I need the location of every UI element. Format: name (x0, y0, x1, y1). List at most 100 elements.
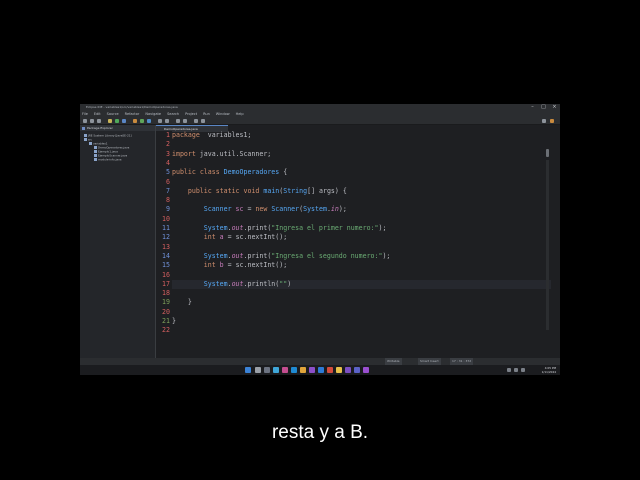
code-editor[interactable]: DemoOperadores.java 1 package variables1;… (156, 125, 551, 365)
forward-icon[interactable] (201, 118, 205, 123)
code-line[interactable]: 15 int b = sc.nextInt(); (162, 261, 551, 270)
taskbar-search-icon[interactable] (255, 367, 261, 373)
line-number: 4 (166, 158, 170, 167)
code-token: [] args) { (307, 186, 347, 195)
eclipse-icon[interactable] (345, 367, 351, 373)
chrome-icon[interactable] (336, 367, 342, 373)
search-icon[interactable] (165, 118, 169, 123)
external-tools-icon[interactable] (122, 118, 126, 123)
code-token: ); (382, 251, 391, 260)
battery-icon[interactable] (521, 368, 525, 372)
code-line[interactable]: 5 public class DemoOperadores { (166, 168, 551, 177)
file-explorer-icon[interactable] (300, 367, 306, 373)
save-icon[interactable] (90, 118, 94, 123)
widgets-icon[interactable] (273, 367, 279, 373)
edge-icon[interactable] (291, 367, 297, 373)
code-line[interactable]: 8 (166, 196, 551, 205)
line-number: 17 (162, 279, 170, 288)
package-explorer-tab[interactable]: Package Explorer (80, 125, 155, 131)
package-explorer: Package Explorer JRE System Library [Jav… (80, 125, 156, 365)
code-token: out (231, 251, 244, 260)
code-token: "Ingresa el segundo numero:" (271, 251, 383, 260)
line-number: 9 (166, 205, 170, 214)
code-token: = sc.nextInt(); (223, 261, 288, 270)
code-line[interactable]: 6 (166, 178, 551, 187)
office-icon[interactable] (327, 367, 333, 373)
code-line[interactable]: 22 (162, 326, 551, 335)
code-line[interactable]: 21} (162, 317, 551, 326)
code-line[interactable]: 11 System.out.print("Ingresa el primer n… (162, 224, 551, 233)
code-line[interactable]: 19 } (162, 298, 551, 307)
line-number: 12 (162, 233, 170, 242)
vscode-icon[interactable] (318, 367, 324, 373)
back-icon[interactable] (194, 118, 198, 123)
wifi-icon[interactable] (507, 368, 511, 372)
status-bar: Writable Smart Insert 17 : 31 : 372 (80, 358, 560, 365)
writable-status: Writable (385, 358, 402, 365)
package-explorer-icon (82, 126, 85, 130)
teams-icon[interactable] (354, 367, 360, 373)
code-token: public (187, 186, 212, 195)
maximize-icon[interactable]: □ (541, 105, 546, 110)
code-token: "" (279, 279, 288, 288)
code-token: System (303, 205, 327, 214)
line-number: 3 (166, 149, 170, 158)
save-all-icon[interactable] (97, 118, 101, 123)
visual-studio-icon[interactable] (309, 367, 315, 373)
line-number: 10 (162, 214, 170, 223)
tree-item-module-info[interactable]: module-info.java (94, 158, 121, 161)
code-area[interactable]: 1 package variables1; 2 3 import java.util.S… (162, 131, 551, 365)
close-icon[interactable]: × (552, 105, 557, 110)
new-java-project-icon[interactable] (133, 118, 137, 123)
line-number: 1 (166, 131, 170, 139)
line-number: 5 (166, 168, 170, 177)
code-line[interactable]: 18 (162, 289, 551, 298)
code-token: } (172, 317, 176, 325)
next-annotation-icon[interactable] (183, 118, 187, 123)
code-token: out (231, 224, 244, 232)
line-number: 7 (166, 186, 170, 195)
code-line[interactable]: 1 package variables1; (166, 131, 551, 140)
new-class-icon[interactable] (147, 118, 151, 123)
desktop-screen: Eclipse IDE - variables1/src/variables1/… (80, 104, 560, 375)
code-token: variables1; (199, 131, 252, 139)
code-line[interactable]: 4 (166, 159, 551, 168)
insert-mode-status: Smart Insert (418, 358, 441, 365)
new-icon[interactable] (83, 118, 87, 123)
code-line[interactable]: 12 int a = sc.nextInt(); (162, 233, 551, 242)
run-icon[interactable] (115, 118, 119, 123)
app-icon[interactable] (363, 367, 369, 373)
code-token: = (243, 205, 256, 214)
code-line-current[interactable]: 17 System.out.println("") (162, 279, 551, 290)
code-line[interactable]: 3 import java.util.Scanner; (166, 150, 551, 159)
code-token: .print( (243, 224, 272, 232)
search-box-icon[interactable] (542, 118, 546, 123)
vertical-scrollbar-thumb[interactable] (546, 149, 549, 157)
code-line[interactable]: 9 Scanner sc = new Scanner(System.in); (166, 205, 551, 214)
code-line[interactable]: 13 (162, 243, 551, 252)
code-line[interactable]: 16 (162, 271, 551, 280)
windows-start-icon[interactable] (245, 367, 251, 373)
code-token: ) (287, 279, 292, 288)
taskbar-clock[interactable]: 4:05 PM 1/11/2024 (542, 366, 556, 374)
java-perspective-icon[interactable] (550, 118, 554, 123)
code-line[interactable]: 2 (166, 140, 551, 149)
code-line[interactable]: 14 System.out.print("Ingresa el segundo … (162, 251, 551, 261)
volume-icon[interactable] (514, 368, 518, 372)
code-line[interactable]: 20 (162, 308, 551, 317)
minimize-icon[interactable]: – (530, 105, 535, 110)
prev-annotation-icon[interactable] (176, 118, 180, 123)
code-line[interactable]: 7 public static void main(String[] args)… (166, 186, 551, 196)
open-type-icon[interactable] (158, 118, 162, 123)
tree-item-src[interactable]: src (84, 138, 92, 141)
task-view-icon[interactable] (264, 367, 270, 373)
code-line[interactable]: 10 (162, 215, 551, 224)
chat-icon[interactable] (282, 367, 288, 373)
code-token: ); (338, 205, 347, 214)
debug-icon[interactable] (108, 118, 112, 123)
new-package-icon[interactable] (140, 118, 144, 123)
